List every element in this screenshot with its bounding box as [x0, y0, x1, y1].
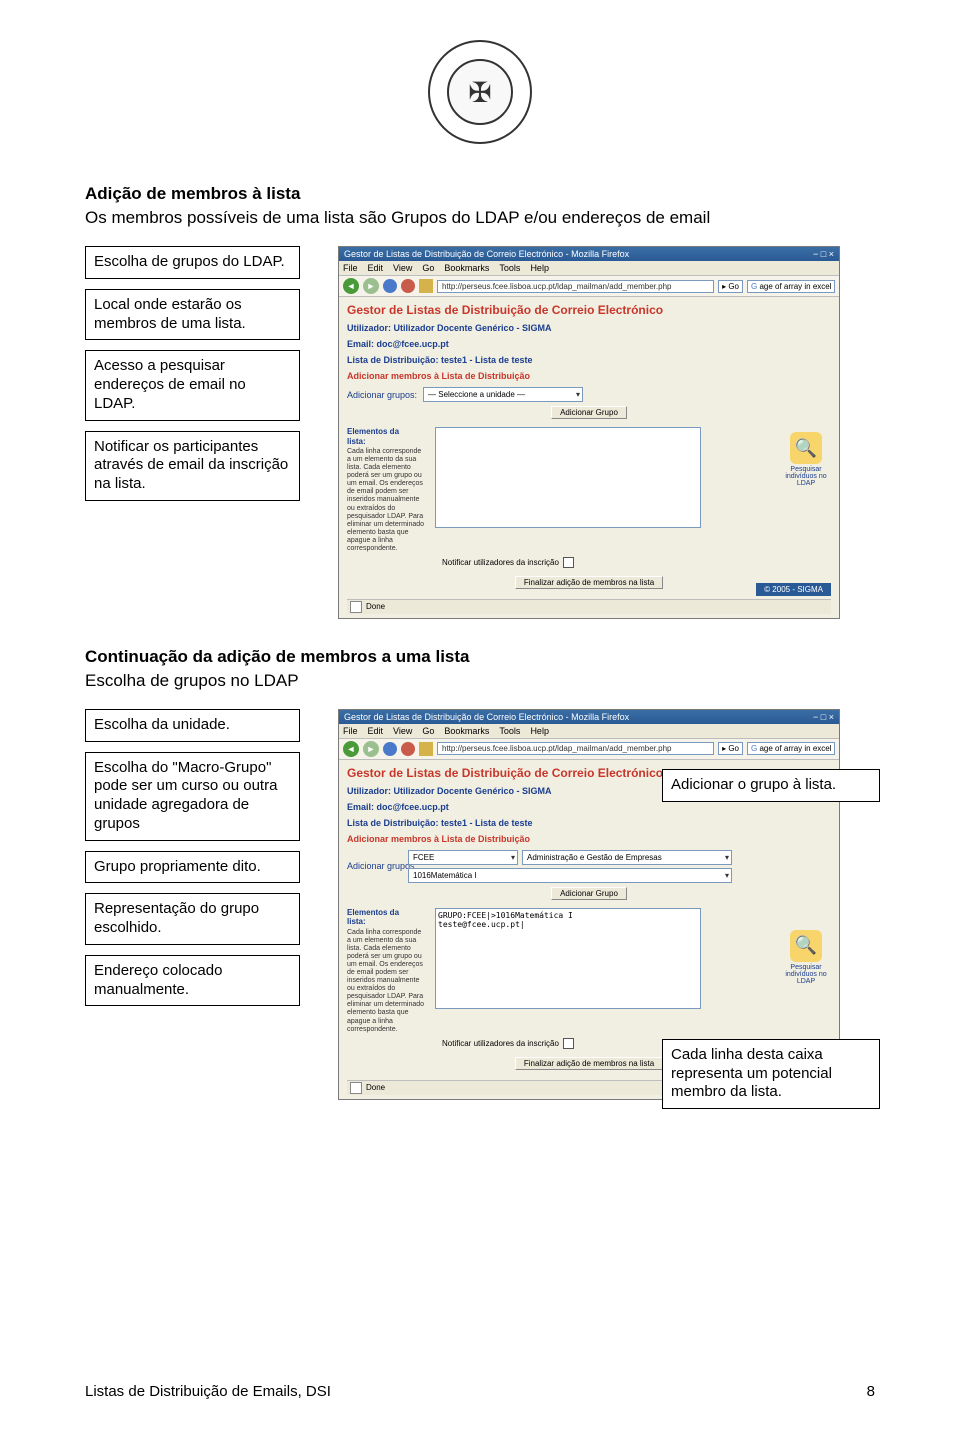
browser-menubar-2[interactable]: File Edit View Go Bookmarks Tools Help — [339, 724, 839, 739]
url-bar[interactable]: http://perseus.fcee.lisboa.ucp.pt/ldap_m… — [437, 280, 714, 293]
callout-choose-groups: Escolha de grupos do LDAP. — [85, 246, 300, 279]
footer-page-number: 8 — [867, 1383, 875, 1400]
elements-list-label-2: Elementos da lista: — [347, 908, 412, 927]
section2-title: Continuação da adição de membros a uma l… — [85, 647, 875, 667]
status-icon — [350, 601, 362, 613]
notify-label-2: Notificar utilizadores da inscrição — [442, 1039, 559, 1048]
email-line: Email: doc@fcee.ucp.pt — [347, 339, 831, 349]
go-button-2[interactable]: ▸ Go — [718, 742, 743, 755]
url-bar-2[interactable]: http://perseus.fcee.lisboa.ucp.pt/ldap_m… — [437, 742, 714, 755]
stop-button-2[interactable] — [401, 742, 415, 756]
elements-help-text-2: Cada linha corresponde a um elemento da … — [347, 929, 427, 1034]
app-title: Gestor de Listas de Distribuição de Corr… — [347, 303, 831, 317]
menu-go[interactable]: Go — [422, 263, 434, 273]
menu-help[interactable]: Help — [530, 263, 549, 273]
status-text: Done — [366, 602, 385, 611]
notify-checkbox[interactable] — [563, 557, 574, 568]
section1-title: Adição de membros à lista — [85, 184, 875, 204]
unit-dropdown[interactable]: — Seleccione a unidade — — [423, 387, 583, 402]
add-group-button-2[interactable]: Adicionar Grupo — [551, 887, 627, 900]
footer-left: Listas de Distribuição de Emails, DSI — [85, 1383, 331, 1400]
add-members-heading-2: Adicionar membros à Lista de Distribuiçã… — [347, 834, 831, 844]
window-controls[interactable]: − □ × — [813, 249, 834, 259]
macro-dropdown-2[interactable]: Administração e Gestão de Empresas — [522, 850, 732, 865]
browser-toolbar-2: ◄ ► http://perseus.fcee.lisboa.ucp.pt/ld… — [339, 739, 839, 760]
forward-button-2[interactable]: ► — [363, 741, 379, 757]
notify-checkbox-2[interactable] — [563, 1038, 574, 1049]
email-line-2: Email: doc@fcee.ucp.pt — [347, 802, 831, 812]
reload-button[interactable] — [383, 279, 397, 293]
callout-choose-unit: Escolha da unidade. — [85, 709, 300, 742]
browser-titlebar: Gestor de Listas de Distribuição de Corr… — [339, 247, 839, 261]
home-button[interactable] — [419, 279, 433, 293]
menu-view[interactable]: View — [393, 263, 412, 273]
window-controls-2[interactable]: − □ × — [813, 712, 834, 722]
user-line: Utilizador: Utilizador Docente Genérico … — [347, 323, 831, 333]
add-group-button[interactable]: Adicionar Grupo — [551, 406, 627, 419]
menu-file[interactable]: File — [343, 263, 358, 273]
browser-toolbar: ◄ ► http://perseus.fcee.lisboa.ucp.pt/ld… — [339, 276, 839, 297]
callout-actual-group: Grupo propriamente dito. — [85, 851, 300, 884]
menu-edit[interactable]: Edit — [368, 263, 384, 273]
search-box-2[interactable]: G age of array in excel — [747, 742, 835, 755]
search-ldap-label: Pesquisar indivíduos no LDAP — [781, 466, 831, 487]
copyright-label: © 2005 - SIGMA — [756, 583, 831, 596]
callout-group-representation: Representação do grupo escolhido. — [85, 893, 300, 945]
elements-help-text: Cada linha corresponde a um elemento da … — [347, 448, 427, 553]
elements-list-label: Elementos da lista: — [347, 427, 412, 446]
search-ldap-widget[interactable]: 🔍 Pesquisar indivíduos no LDAP — [781, 432, 831, 487]
search-ldap-label-2: Pesquisar indivíduos no LDAP — [781, 964, 831, 985]
callout-add-group-to-list: Adicionar o grupo à lista. — [662, 769, 880, 802]
stop-button[interactable] — [401, 279, 415, 293]
browser-window-1: Gestor de Listas de Distribuição de Corr… — [338, 246, 840, 619]
status-icon-2 — [350, 1082, 362, 1094]
forward-button[interactable]: ► — [363, 278, 379, 294]
section2-subtitle: Escolha de grupos no LDAP — [85, 671, 305, 691]
go-button[interactable]: ▸ Go — [718, 280, 743, 293]
browser-menubar[interactable]: File Edit View Go Bookmarks Tools Help — [339, 261, 839, 276]
list-line: Lista de Distribuição: teste1 - Lista de… — [347, 355, 831, 365]
menu-bookmarks[interactable]: Bookmarks — [444, 263, 489, 273]
back-button[interactable]: ◄ — [343, 278, 359, 294]
home-button-2[interactable] — [419, 742, 433, 756]
unit-dropdown-2[interactable]: FCEE — [408, 850, 518, 865]
reload-button-2[interactable] — [383, 742, 397, 756]
notify-label: Notificar utilizadores da inscrição — [442, 558, 559, 567]
window-title-2: Gestor de Listas de Distribuição de Corr… — [344, 712, 629, 722]
university-seal: ✠ — [85, 40, 875, 144]
callout-notify-participants: Notificar os participantes através de em… — [85, 431, 300, 501]
finalize-button-2[interactable]: Finalizar adição de membros na lista — [515, 1057, 663, 1070]
section1-subtitle: Os membros possíveis de uma lista são Gr… — [85, 208, 875, 228]
menu-tools[interactable]: Tools — [499, 263, 520, 273]
callout-manual-address: Endereço colocado manualmente. — [85, 955, 300, 1007]
callout-each-line-member: Cada linha desta caixa representa um pot… — [662, 1039, 880, 1109]
members-textarea-2[interactable]: GRUPO:FCEE|>1016Matemática Iteste@fcee.u… — [435, 908, 701, 1009]
group-dropdown-2[interactable]: 1016Matemática I — [408, 868, 732, 883]
add-groups-label-2: Adicionar grupos: — [347, 861, 402, 871]
members-textarea[interactable] — [435, 427, 701, 528]
finalize-button[interactable]: Finalizar adição de membros na lista — [515, 576, 663, 589]
add-groups-label: Adicionar grupos: — [347, 390, 417, 400]
browser-titlebar-2: Gestor de Listas de Distribuição de Corr… — [339, 710, 839, 724]
search-icon: 🔍 — [790, 432, 822, 464]
callout-members-location: Local onde estarão os membros de uma lis… — [85, 289, 300, 341]
callout-macro-group: Escolha do "Macro-Grupo" pode ser um cur… — [85, 752, 300, 841]
search-box[interactable]: G age of array in excel — [747, 280, 835, 293]
callout-search-ldap-access: Acesso a pesquisar endereços de email no… — [85, 350, 300, 420]
search-icon-2: 🔍 — [790, 930, 822, 962]
back-button-2[interactable]: ◄ — [343, 741, 359, 757]
status-text-2: Done — [366, 1083, 385, 1092]
window-title: Gestor de Listas de Distribuição de Corr… — [344, 249, 629, 259]
add-members-heading: Adicionar membros à Lista de Distribuiçã… — [347, 371, 831, 381]
list-line-2: Lista de Distribuição: teste1 - Lista de… — [347, 818, 831, 828]
search-ldap-widget-2[interactable]: 🔍 Pesquisar indivíduos no LDAP — [781, 930, 831, 985]
